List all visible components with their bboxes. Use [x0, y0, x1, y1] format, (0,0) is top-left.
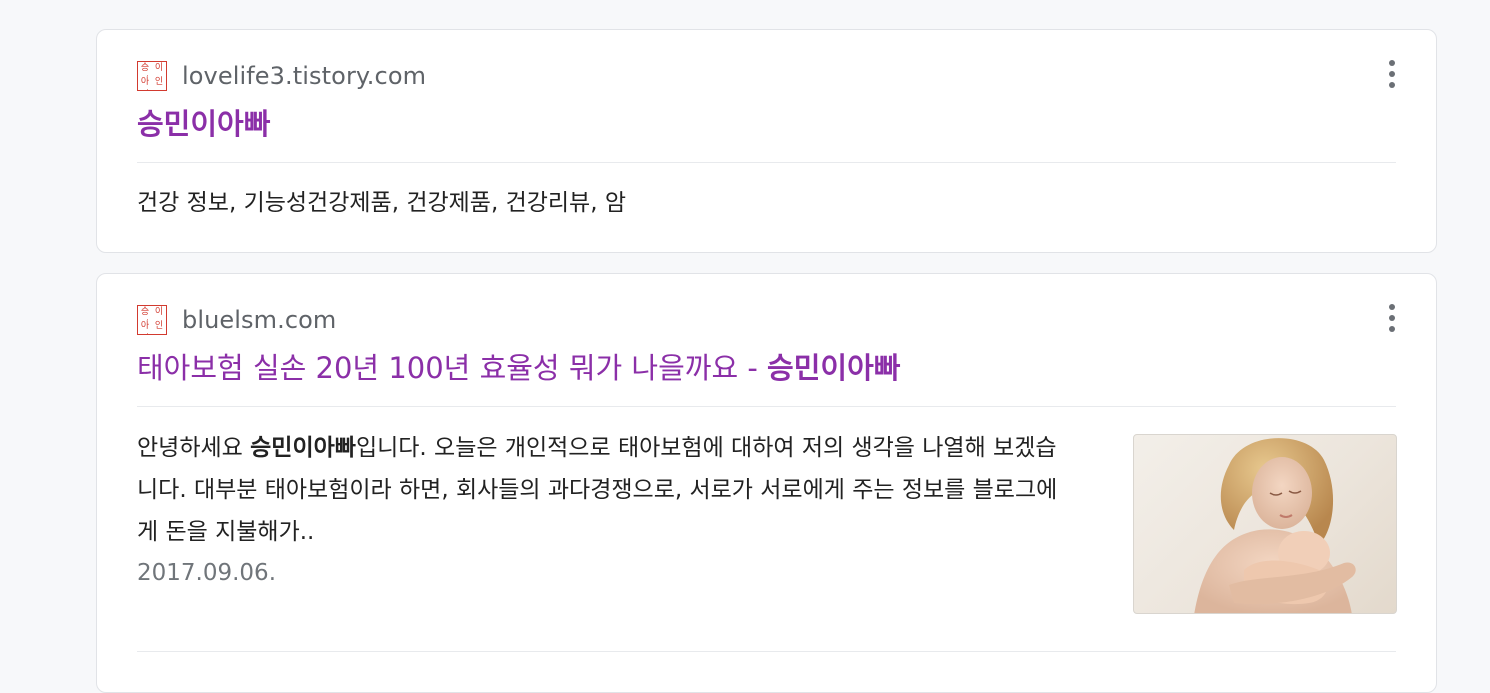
- snippet-line: 안녕하세요 승민이아빠입니다. 오늘은 개인적으로 태아보험에 대하여 저의 생…: [137, 427, 1097, 469]
- favicon-char: 인: [154, 77, 164, 87]
- site-favicon-icon: 승민 이 아빠 인: [137, 61, 167, 91]
- mother-and-baby-photo-icon: [1194, 438, 1356, 613]
- divider: [137, 651, 1396, 652]
- favicon-char: 승민: [140, 307, 150, 317]
- favicon-char: 이: [154, 307, 164, 317]
- search-result-card: 승민 이 아빠 인 bluelsm.com 태아보험 실손 20년 100년 효…: [96, 273, 1437, 693]
- site-info[interactable]: 승민 이 아빠 인 bluelsm.com: [137, 302, 336, 338]
- result-title-link[interactable]: 승민이아빠: [137, 104, 270, 144]
- favicon-char: 이: [154, 63, 164, 73]
- result-snippet: 안녕하세요 승민이아빠입니다. 오늘은 개인적으로 태아보험에 대하여 저의 생…: [137, 427, 1097, 553]
- result-date: 2017.09.06.: [137, 560, 276, 586]
- result-thumbnail-image[interactable]: [1133, 434, 1397, 614]
- favicon-char: 승민: [140, 63, 150, 73]
- site-url[interactable]: lovelife3.tistory.com: [182, 62, 426, 90]
- snippet-highlight: 승민이아빠: [250, 435, 356, 461]
- result-title-link[interactable]: 태아보험 실손 20년 100년 효율성 뭐가 나을까요 - 승민이아빠: [137, 348, 900, 388]
- title-text: 태아보험 실손 20년 100년 효율성 뭐가 나을까요 -: [137, 351, 768, 385]
- more-options-icon[interactable]: [1386, 60, 1398, 88]
- title-bold-text: 승민이아빠: [137, 107, 271, 141]
- divider: [137, 162, 1396, 163]
- favicon-char: 아빠: [140, 321, 150, 331]
- favicon-char: 아빠: [140, 77, 150, 87]
- favicon-char: 인: [154, 321, 164, 331]
- snippet-text: 입니다. 오늘은 개인적으로 태아보험에 대하여 저의 생각을 나열해 보겠습: [355, 435, 1057, 461]
- snippet-text: 안녕하세요: [137, 435, 251, 461]
- result-tags: 건강 정보, 기능성건강제품, 건강제품, 건강리뷰, 암: [137, 190, 626, 216]
- site-info[interactable]: 승민 이 아빠 인 lovelife3.tistory.com: [137, 58, 426, 94]
- snippet-line: 니다. 대부분 태아보험이라 하면, 회사들의 과다경쟁으로, 서로가 서로에게…: [137, 477, 1058, 503]
- site-url[interactable]: bluelsm.com: [182, 306, 336, 334]
- site-favicon-icon: 승민 이 아빠 인: [137, 305, 167, 335]
- more-options-icon[interactable]: [1386, 304, 1398, 332]
- divider: [137, 406, 1396, 407]
- title-bold-text: 승민이아빠: [767, 351, 901, 385]
- search-result-card: 승민 이 아빠 인 lovelife3.tistory.com 승민이아빠 건강…: [96, 29, 1437, 253]
- snippet-line: 게 돈을 지불해가..: [137, 519, 315, 545]
